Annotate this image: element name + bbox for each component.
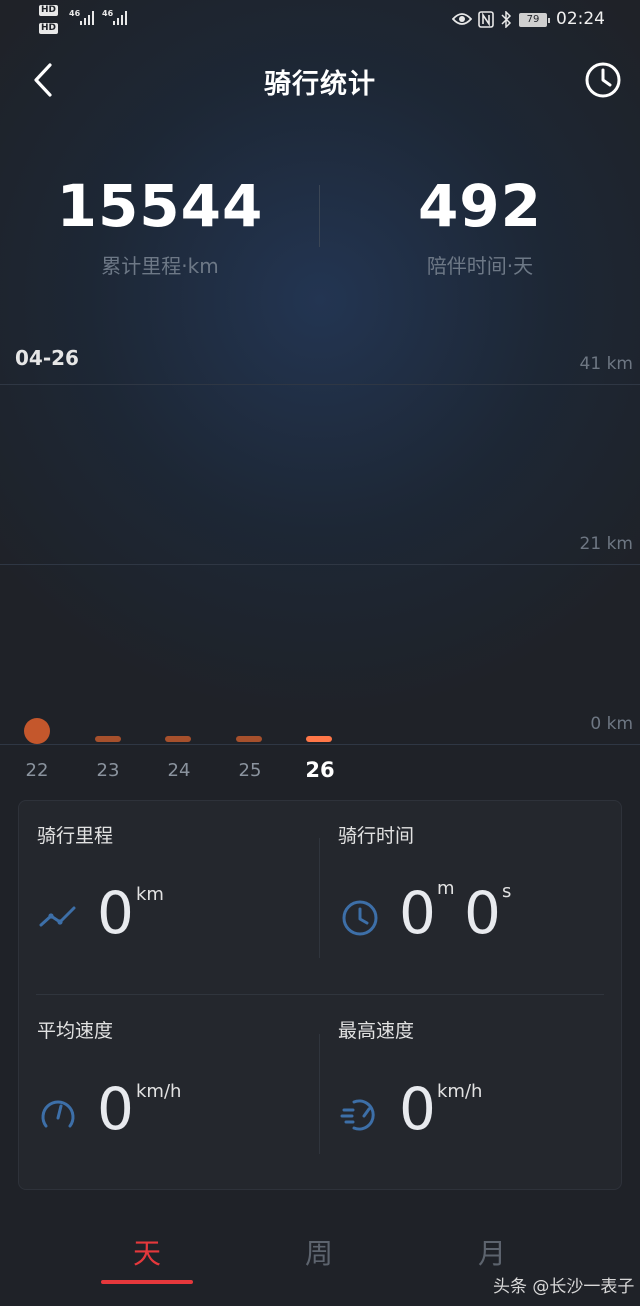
ride-time-minutes-unit: m [437,878,455,899]
page-title: 骑行统计 [264,69,376,100]
x-tick-label[interactable]: 25 [225,760,275,781]
eye-icon [452,13,472,25]
ride-distance-label: 骑行里程 [37,825,114,847]
selected-date: 04-26 [15,346,79,370]
network-type: 46 [69,9,81,18]
nfc-icon [478,11,494,28]
fast-speed-icon [340,1099,375,1131]
battery-indicator: 79 [519,13,550,27]
speedometer-icon [41,1100,75,1128]
x-tick-label[interactable]: 22 [12,760,62,781]
tab-day[interactable]: 天 [87,1232,207,1272]
distance-bar-chart[interactable] [0,700,640,750]
ride-distance-value: 0 [97,879,134,947]
max-speed-label: 最高速度 [338,1020,415,1042]
clock-time: 02:24 [556,9,605,29]
total-distance-value: 15544 [56,172,264,240]
avg-speed-value: 0 [97,1075,134,1143]
clock-icon[interactable] [584,61,622,99]
ride-time-seconds: 0 [464,879,501,947]
ride-time-label: 骑行时间 [338,825,415,847]
trend-line-icon [39,906,76,927]
max-speed-value: 0 [399,1075,436,1143]
x-tick-label-selected[interactable]: 26 [295,758,345,782]
status-bar: HD HD 46 46 79 02:24 [0,0,640,40]
total-days-label: 陪伴时间·天 [426,254,534,278]
watermark: 头条 @长沙一表子 [493,1277,635,1297]
bar-marker[interactable] [24,718,50,744]
ride-time-seconds-unit: s [502,881,512,902]
signal-icon [80,11,94,25]
bar[interactable] [165,736,191,742]
total-distance-label: 累计里程·km [101,254,219,278]
hd-badge: HD [39,5,59,16]
x-tick-label[interactable]: 23 [83,760,133,781]
total-days-value: 492 [417,172,543,240]
avg-speed-label: 平均速度 [37,1020,114,1042]
header-background [0,0,640,800]
tab-week[interactable]: 周 [259,1232,379,1272]
grid-line [0,564,640,565]
y-tick-label: 41 km [579,354,633,374]
grid-line [0,384,640,385]
card-divider [319,838,320,958]
avg-speed-unit: km/h [136,1081,182,1102]
ride-distance-unit: km [136,884,164,905]
max-speed-unit: km/h [437,1081,483,1102]
bar[interactable] [95,736,121,742]
card-divider [319,1034,320,1154]
clock-icon [342,900,378,936]
tab-active-indicator [101,1280,193,1284]
network-type: 46 [102,9,114,18]
bar[interactable] [236,736,262,742]
bluetooth-icon [501,11,512,28]
card-divider [36,994,604,995]
tab-month[interactable]: 月 [432,1232,552,1272]
signal-icon [113,11,127,25]
ride-time-minutes: 0 [399,879,436,947]
hd-badge: HD [39,23,59,34]
x-tick-label[interactable]: 24 [154,760,204,781]
y-tick-label: 21 km [579,534,633,554]
bar-selected[interactable] [306,736,332,742]
